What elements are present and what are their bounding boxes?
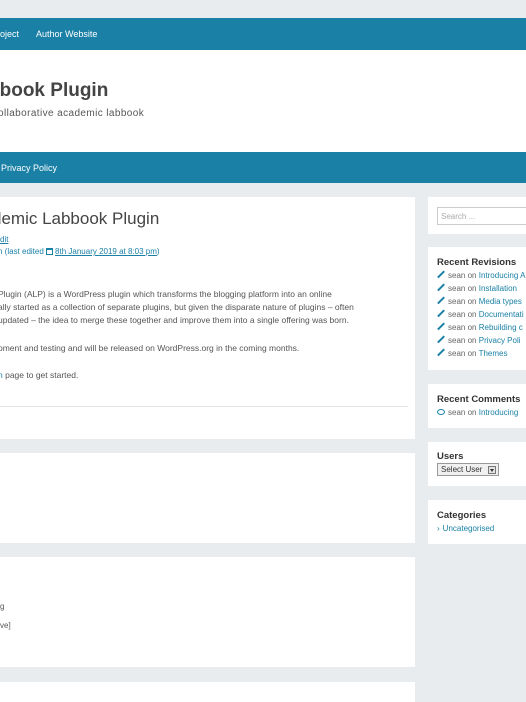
post-card: g ve] [0, 557, 415, 667]
revision-link[interactable]: Rebuilding c [479, 323, 523, 332]
revision-on: on [467, 297, 477, 306]
revision-link[interactable]: Privacy Poli [479, 336, 521, 345]
post-paragraph-line: Plugin (ALP) is a WordPress plugin which… [0, 289, 332, 299]
post-meta-prefix: n (last edited [0, 247, 44, 256]
revision-link[interactable]: Media types [479, 297, 522, 306]
post-title[interactable]: demic Labbook Plugin [0, 209, 159, 229]
search-widget: Search ... [428, 197, 526, 234]
comment-user: sean [448, 408, 466, 417]
users-widget: Users Select User [428, 442, 526, 486]
chevron-right-icon: › [437, 524, 440, 533]
select-user-value: Select User [441, 465, 483, 474]
category-item: › Uncategorised [437, 524, 494, 533]
post-paragraph-line: ally started as a collection of separate… [0, 302, 354, 312]
edit-link-text[interactable]: dit [0, 235, 8, 244]
post-meta-suffix: ) [156, 247, 160, 256]
card-text: g [0, 602, 5, 611]
divider [0, 406, 408, 407]
top-menu-bar: roject Author Website [0, 18, 526, 50]
revision-user: sean [448, 323, 466, 332]
revision-item: sean on Privacy Poli [437, 336, 521, 345]
revision-link[interactable]: Introducing A [479, 271, 526, 280]
post-card: demic Labbook Plugin dit n (last edited … [0, 197, 415, 439]
nav-item-privacy-policy[interactable]: Privacy Policy [1, 163, 57, 173]
site-title[interactable]: bbook Plugin [0, 80, 108, 102]
site-description: ollaborative academic labbook [0, 108, 145, 119]
top-menu-item-project[interactable]: roject [0, 29, 19, 39]
pencil-icon [437, 297, 445, 305]
comment-bubble-icon [437, 409, 445, 415]
dropdown-arrow-icon [488, 466, 496, 474]
revision-user: sean [448, 271, 466, 280]
main-navigation: Privacy Policy [0, 152, 526, 183]
revision-item: sean on Media types [437, 297, 522, 306]
revision-item: sean on Installation [437, 284, 517, 293]
pencil-icon [437, 323, 445, 331]
post-card [0, 453, 415, 543]
top-menu-item-author-website[interactable]: Author Website [36, 29, 97, 39]
revision-user: sean [448, 284, 466, 293]
revision-link[interactable]: Installation [479, 284, 517, 293]
revision-item: sean on Rebuilding c [437, 323, 523, 332]
search-input[interactable]: Search ... [437, 207, 526, 225]
revision-item: sean on Themes [437, 349, 507, 358]
post-paragraph-text: page to get started. [2, 370, 79, 380]
comment-link[interactable]: Introducing [479, 408, 519, 417]
revision-user: sean [448, 349, 466, 358]
edit-link[interactable]: dit [0, 235, 8, 244]
revision-item: sean on Documentati [437, 310, 524, 319]
revision-on: on [467, 349, 477, 358]
post-paragraph: n page to get started. [0, 369, 78, 382]
revision-on: on [467, 336, 477, 345]
select-user-dropdown[interactable]: Select User [437, 463, 499, 476]
pencil-icon [437, 284, 445, 292]
revision-on: on [467, 310, 477, 319]
pencil-icon [437, 349, 445, 357]
revision-item: sean on Introducing A [437, 271, 525, 280]
recent-revisions-title: Recent Revisions [437, 257, 517, 268]
categories-title: Categories [437, 510, 487, 521]
comment-on: on [467, 408, 477, 417]
categories-widget: Categories › Uncategorised [428, 500, 526, 544]
revision-user: sean [448, 336, 466, 345]
post-paragraph-line: updated – the idea to merge these togeth… [0, 315, 349, 325]
card-text: ve] [0, 621, 11, 630]
revision-on: on [467, 271, 477, 280]
site-header: bbook Plugin ollaborative academic labbo… [0, 50, 526, 152]
revision-user: sean [448, 297, 466, 306]
revision-link[interactable]: Themes [479, 349, 508, 358]
category-link[interactable]: Uncategorised [443, 524, 495, 533]
revision-on: on [467, 323, 477, 332]
recent-revisions-widget: Recent Revisions sean on Introducing A s… [428, 247, 526, 370]
revision-link[interactable]: Documentati [479, 310, 524, 319]
comment-item: sean on Introducing [437, 408, 518, 417]
pencil-icon [437, 336, 445, 344]
recent-comments-widget: Recent Comments sean on Introducing [428, 384, 526, 428]
pencil-icon [437, 271, 445, 279]
users-title: Users [437, 451, 464, 462]
revision-on: on [467, 284, 477, 293]
recent-comments-title: Recent Comments [437, 394, 521, 405]
calendar-icon [46, 248, 54, 255]
post-paragraph: pment and testing and will be released o… [0, 343, 300, 353]
revision-user: sean [448, 310, 466, 319]
post-date-link[interactable]: 8th January 2019 at 8:03 pm [55, 247, 157, 256]
pencil-icon [437, 310, 445, 318]
post-card [0, 682, 415, 702]
post-meta: n (last edited 8th January 2019 at 8:03 … [0, 247, 160, 256]
